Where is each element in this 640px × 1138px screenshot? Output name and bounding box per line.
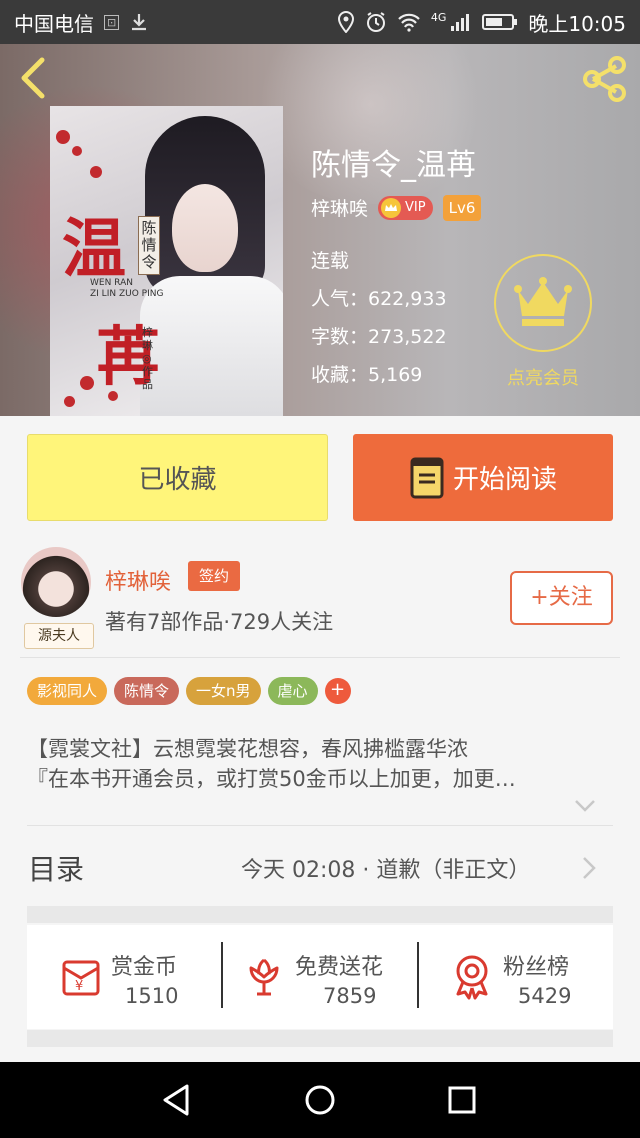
reward-label: 赏金币 xyxy=(111,955,178,980)
status-bar: 中国电信 ⊡ 4G 晚上10:05 xyxy=(0,0,640,44)
toc-label[interactable]: 目录 xyxy=(28,848,84,888)
author-summary: 著有7部作品·729人关注 xyxy=(105,610,334,634)
cover-blossom xyxy=(64,396,75,407)
alarm-icon xyxy=(366,12,385,32)
share-icon xyxy=(583,56,626,102)
recents-square-icon[interactable] xyxy=(442,1080,482,1120)
share-button[interactable] xyxy=(580,54,630,104)
reward-coins-button[interactable]: ¥ 赏金币 1510 xyxy=(27,925,221,1029)
cover-blossom xyxy=(56,130,70,144)
vip-label: VIP xyxy=(405,200,426,215)
reward-count: 7859 xyxy=(323,984,377,1008)
reward-row: ¥ 赏金币 1510 免费送花 7859 粉丝榜 5429 xyxy=(27,925,613,1029)
reward-count: 1510 xyxy=(125,984,179,1008)
battery-icon xyxy=(482,14,518,30)
author-name[interactable]: 梓琳唉 xyxy=(311,194,368,221)
author-avatar[interactable] xyxy=(21,547,91,617)
carrier-label: 中国电信 xyxy=(14,11,94,36)
start-reading-button[interactable]: 开始阅读 xyxy=(353,434,613,521)
tag-chip[interactable]: 虐心 xyxy=(267,677,318,705)
serial-status: 连载 xyxy=(311,250,350,272)
flower-icon xyxy=(249,958,279,996)
vip-membership-button[interactable] xyxy=(494,254,592,352)
intro-line: 【霓裳文社】云想霓裳花想容，春风拂槛露华浓 xyxy=(27,737,468,761)
section-separator xyxy=(27,906,613,923)
follow-button[interactable]: +关注 xyxy=(510,571,613,625)
author-row: 梓琳唉 VIP Lv6 xyxy=(311,194,482,221)
tag-chip[interactable]: 影视同人 xyxy=(27,677,108,705)
vip-cta-label[interactable]: 点亮会员 xyxy=(490,364,596,390)
cover-blossom xyxy=(90,166,102,178)
location-icon xyxy=(337,11,354,33)
vip-badge: VIP xyxy=(378,195,433,220)
book-title: 陈情令_温苒 xyxy=(311,148,476,183)
wifi-icon xyxy=(398,13,420,32)
tag-chip[interactable]: 陈情令 xyxy=(114,677,180,705)
cover-blossom xyxy=(80,376,94,390)
tag-chip[interactable]: 一女n男 xyxy=(186,677,261,705)
tag-list: 影视同人 陈情令 一女n男 虐心 + xyxy=(27,677,351,705)
medal-icon xyxy=(456,955,488,1000)
svg-text:¥: ¥ xyxy=(75,979,83,994)
clock-label: 晚上10:05 xyxy=(528,11,626,36)
reward-label: 粉丝榜 xyxy=(503,955,570,980)
start-reading-label: 开始阅读 xyxy=(452,465,557,495)
network-type-label: 4G xyxy=(430,10,447,24)
reward-count: 5429 xyxy=(518,984,572,1008)
signal-icon xyxy=(451,14,470,31)
chevron-right-icon[interactable] xyxy=(581,855,597,881)
download-icon xyxy=(132,14,147,31)
reward-label: 免费送花 xyxy=(295,955,384,980)
chevron-down-icon[interactable] xyxy=(573,797,597,813)
chevron-left-icon xyxy=(21,57,45,99)
cover-blossom xyxy=(72,146,82,156)
divider xyxy=(20,657,620,658)
book-cover[interactable]: 温 苒 陈情令 WEN RAN ZI LIN ZUO PING 梓琳◎作品 xyxy=(50,106,283,416)
favorited-label: 已收藏 xyxy=(138,465,217,495)
section-separator xyxy=(27,1030,613,1047)
level-badge: Lv6 xyxy=(442,194,482,221)
home-circle-icon[interactable] xyxy=(300,1080,340,1120)
favorited-button[interactable]: 已收藏 xyxy=(27,434,328,521)
intro-line: 『在本书开通会员，或打赏50金币以上加更，加更… xyxy=(27,767,516,791)
book-icon xyxy=(410,457,444,498)
author-name-link[interactable]: 梓琳唉 xyxy=(105,564,171,596)
back-triangle-icon[interactable] xyxy=(157,1080,197,1120)
cover-pinyin: WEN RAN ZI LIN ZUO PING xyxy=(90,278,164,299)
cover-author-credit: 梓琳◎作品 xyxy=(142,326,153,391)
popularity-stat: 人气：622,933 xyxy=(311,288,447,310)
cover-title-char-1: 温 xyxy=(62,212,126,287)
latest-chapter-link[interactable]: 今天 02:08 · 道歉（非正文） xyxy=(241,852,530,884)
system-nav-bar xyxy=(0,1062,640,1138)
sim-icon: ⊡ xyxy=(104,14,120,30)
favorites-stat: 收藏：5,169 xyxy=(311,364,423,386)
more-tags-button[interactable]: + xyxy=(324,678,351,704)
signed-badge: 签约 xyxy=(188,561,240,591)
cover-figure-face xyxy=(172,184,238,272)
cover-series-label: 陈情令 xyxy=(138,216,160,275)
divider xyxy=(27,825,613,826)
book-intro[interactable]: 【霓裳文社】云想霓裳花想容，春风拂槛露华浓 『在本书开通会员，或打赏50金币以上… xyxy=(27,734,607,794)
red-envelope-icon: ¥ xyxy=(62,960,100,996)
back-button[interactable] xyxy=(14,56,54,100)
book-hero: 温 苒 陈情令 WEN RAN ZI LIN ZUO PING 梓琳◎作品 陈情… xyxy=(0,44,640,416)
fan-ranking-button[interactable]: 粉丝榜 5429 xyxy=(419,925,613,1029)
crown-icon xyxy=(514,277,572,326)
send-flower-button[interactable]: 免费送花 7859 xyxy=(223,925,417,1029)
avatar-frame-tag: 源夫人 xyxy=(24,623,94,649)
book-detail-page: { "status_bar": { "carrier": "中国电信", "ne… xyxy=(0,0,640,1138)
crown-icon xyxy=(381,197,402,218)
word-count-stat: 字数：273,522 xyxy=(311,326,447,348)
